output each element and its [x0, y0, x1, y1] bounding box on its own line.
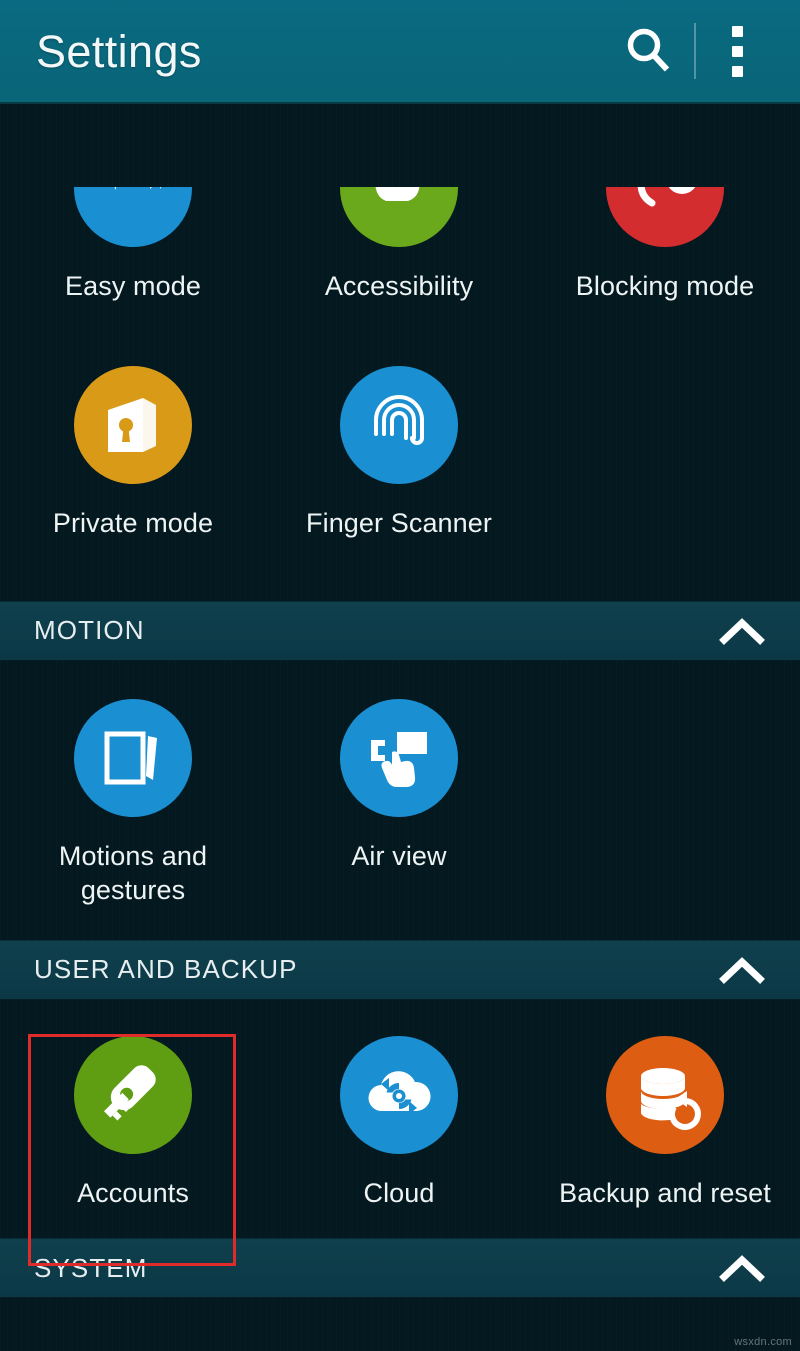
- page-title: Settings: [36, 25, 202, 77]
- blocking-mode-icon: [606, 187, 724, 248]
- setting-item-placeholder: [532, 699, 798, 908]
- setting-item-private-mode[interactable]: Private mode: [0, 366, 266, 541]
- section-title: SYSTEM: [34, 1252, 148, 1283]
- section-title: USER AND BACKUP: [34, 954, 298, 985]
- air-view-icon: [340, 698, 458, 817]
- setting-item-label: Accounts: [77, 1177, 189, 1208]
- setting-item-label: Accessibility: [324, 271, 474, 302]
- section-header-user-and-backup[interactable]: USER AND BACKUP: [0, 939, 800, 1000]
- easy-mode-icon: [74, 187, 192, 248]
- section-title: MOTION: [34, 615, 145, 646]
- search-button[interactable]: [606, 0, 692, 103]
- section-header-motion[interactable]: MOTION: [0, 600, 800, 661]
- settings-group-top-partial: Easy mode Accessibility Blocking mode: [0, 104, 800, 304]
- setting-item-blocking-mode[interactable]: Blocking mode: [532, 104, 798, 304]
- app-bar-actions: [606, 0, 776, 102]
- setting-item-backup-and-reset[interactable]: Backup and reset: [532, 1035, 798, 1211]
- setting-item-easy-mode[interactable]: Easy mode: [0, 104, 266, 304]
- setting-item-label: Easy mode: [65, 271, 201, 302]
- setting-item-label: Finger Scanner: [306, 508, 492, 538]
- setting-item-cloud[interactable]: Cloud: [266, 1035, 532, 1211]
- setting-item-label: Motions and gestures: [58, 840, 208, 906]
- chevron-up-icon: [718, 616, 766, 646]
- setting-item-finger-scanner[interactable]: Finger Scanner: [266, 366, 532, 541]
- setting-item-label: Cloud: [363, 1177, 435, 1208]
- motions-gestures-icon: [74, 698, 192, 817]
- setting-item-placeholder: [532, 366, 798, 541]
- settings-scroll-content[interactable]: Easy mode Accessibility Blocking mode Pr…: [0, 104, 800, 1299]
- section-header-system[interactable]: SYSTEM: [0, 1238, 800, 1299]
- fingerprint-icon: [340, 366, 458, 484]
- cloud-sync-icon: [340, 1035, 458, 1154]
- settings-screen: Settings Easy mode Accessibility Blockin…: [0, 0, 800, 1351]
- setting-item-motions-and-gestures[interactable]: Motions and gestures: [0, 698, 266, 908]
- setting-item-label: Air view: [351, 840, 447, 871]
- setting-item-label: Backup and reset: [559, 1177, 771, 1208]
- overflow-menu-button[interactable]: [698, 0, 776, 103]
- setting-item-accessibility[interactable]: Accessibility: [266, 104, 532, 304]
- backup-reset-icon: [606, 1035, 724, 1154]
- search-icon: [622, 24, 676, 78]
- watermark: wsxdn.com: [734, 1336, 792, 1348]
- app-bar-divider: [694, 23, 696, 79]
- app-bar: Settings: [0, 0, 800, 104]
- chevron-up-icon: [718, 955, 766, 985]
- setting-item-air-view[interactable]: Air view: [266, 698, 532, 908]
- more-vertical-icon: [731, 25, 743, 77]
- key-icon: [74, 1035, 192, 1154]
- settings-group-motion: Motions and gestures Air view: [0, 661, 800, 940]
- settings-group-user-and-backup: Accounts Cloud Backup and reset: [0, 1000, 800, 1239]
- setting-item-accounts[interactable]: Accounts: [0, 1035, 266, 1211]
- setting-item-label: Private mode: [52, 508, 214, 538]
- settings-group-personalization-rest: Private mode Finger Scanner: [0, 304, 800, 601]
- setting-item-label: Blocking mode: [575, 271, 755, 302]
- private-mode-icon: [74, 366, 192, 484]
- chevron-up-icon: [718, 1253, 766, 1283]
- accessibility-icon: [340, 187, 458, 248]
